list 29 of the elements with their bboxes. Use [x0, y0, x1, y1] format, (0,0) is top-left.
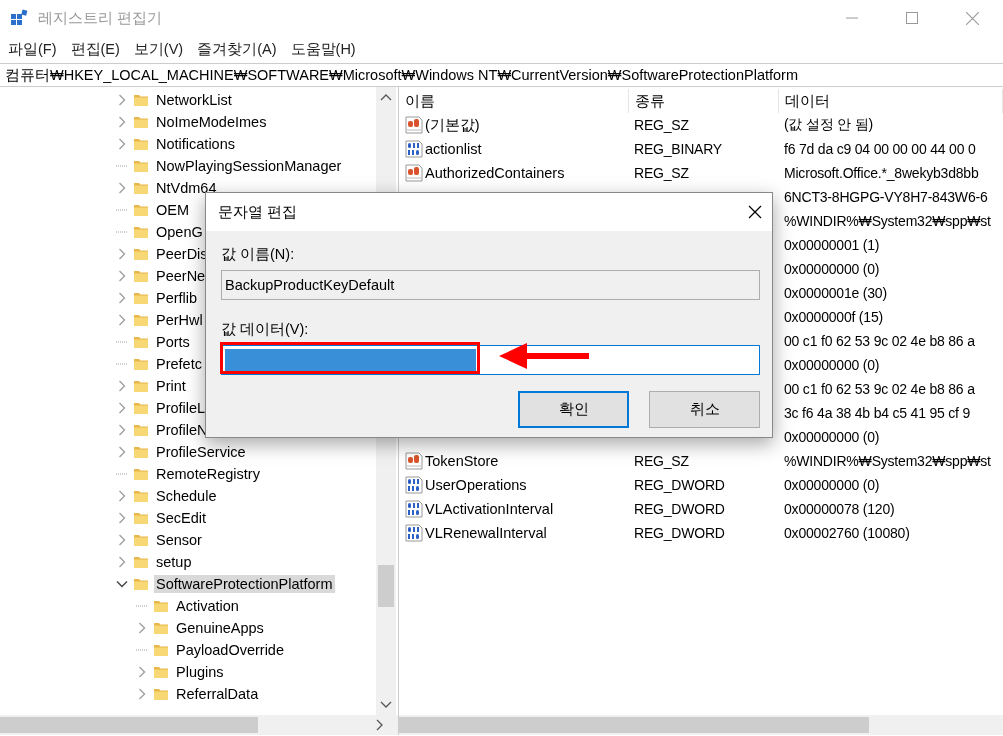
value-data: 0x00000000 (0) [783, 357, 881, 373]
value-data: 0x00000001 (1) [783, 237, 881, 253]
value-type: REG_DWORD [633, 501, 726, 517]
value-type: REG_DWORD [633, 525, 726, 541]
value-data: 00 c1 f0 62 53 9c 02 4e b8 86 a [783, 333, 976, 349]
value-data: 0x0000000f (15) [783, 309, 884, 325]
value-type: REG_SZ [633, 165, 690, 181]
value-data: 0x0000001e (30) [783, 285, 888, 301]
value-data: 00 c1 f0 62 53 9c 02 4e b8 86 a [783, 381, 976, 397]
value-data: (값 설정 안 됨) [783, 116, 874, 134]
value-data: Microsoft.Office.*_8wekyb3d8bb [783, 165, 980, 181]
value-data: 0x00000000 (0) [783, 477, 881, 493]
value-data: %WINDIR%₩System32₩spp₩st [783, 213, 992, 229]
field-label: 값 데이터(V): [221, 320, 310, 339]
value-type: REG_SZ [633, 117, 690, 133]
value-type: REG_SZ [633, 453, 690, 469]
value-data: 0x00000000 (0) [783, 261, 881, 277]
value-data: 0x00002760 (10080) [783, 525, 911, 541]
dialog-title: 문자열 편집 [218, 202, 298, 222]
value-data: 0x00000000 (0) [783, 429, 881, 445]
window-title: 레지스트리 편집기 [38, 8, 164, 28]
value-data: 0x00000078 (120) [783, 501, 896, 517]
value-type: REG_BINARY [633, 141, 723, 157]
value-data: 6NCT3-8HGPG-VY8H7-843W6-6 [783, 189, 989, 205]
value-data: 3c f6 4a 38 4b b4 c5 41 95 cf 9 [783, 405, 972, 421]
value-data: %WINDIR%₩System32₩spp₩st [783, 453, 992, 469]
field-label: 값 이름(N): [221, 245, 296, 264]
value-type: REG_DWORD [633, 477, 726, 493]
value-data: f6 7d da c9 04 00 00 00 44 00 0 [783, 141, 977, 157]
